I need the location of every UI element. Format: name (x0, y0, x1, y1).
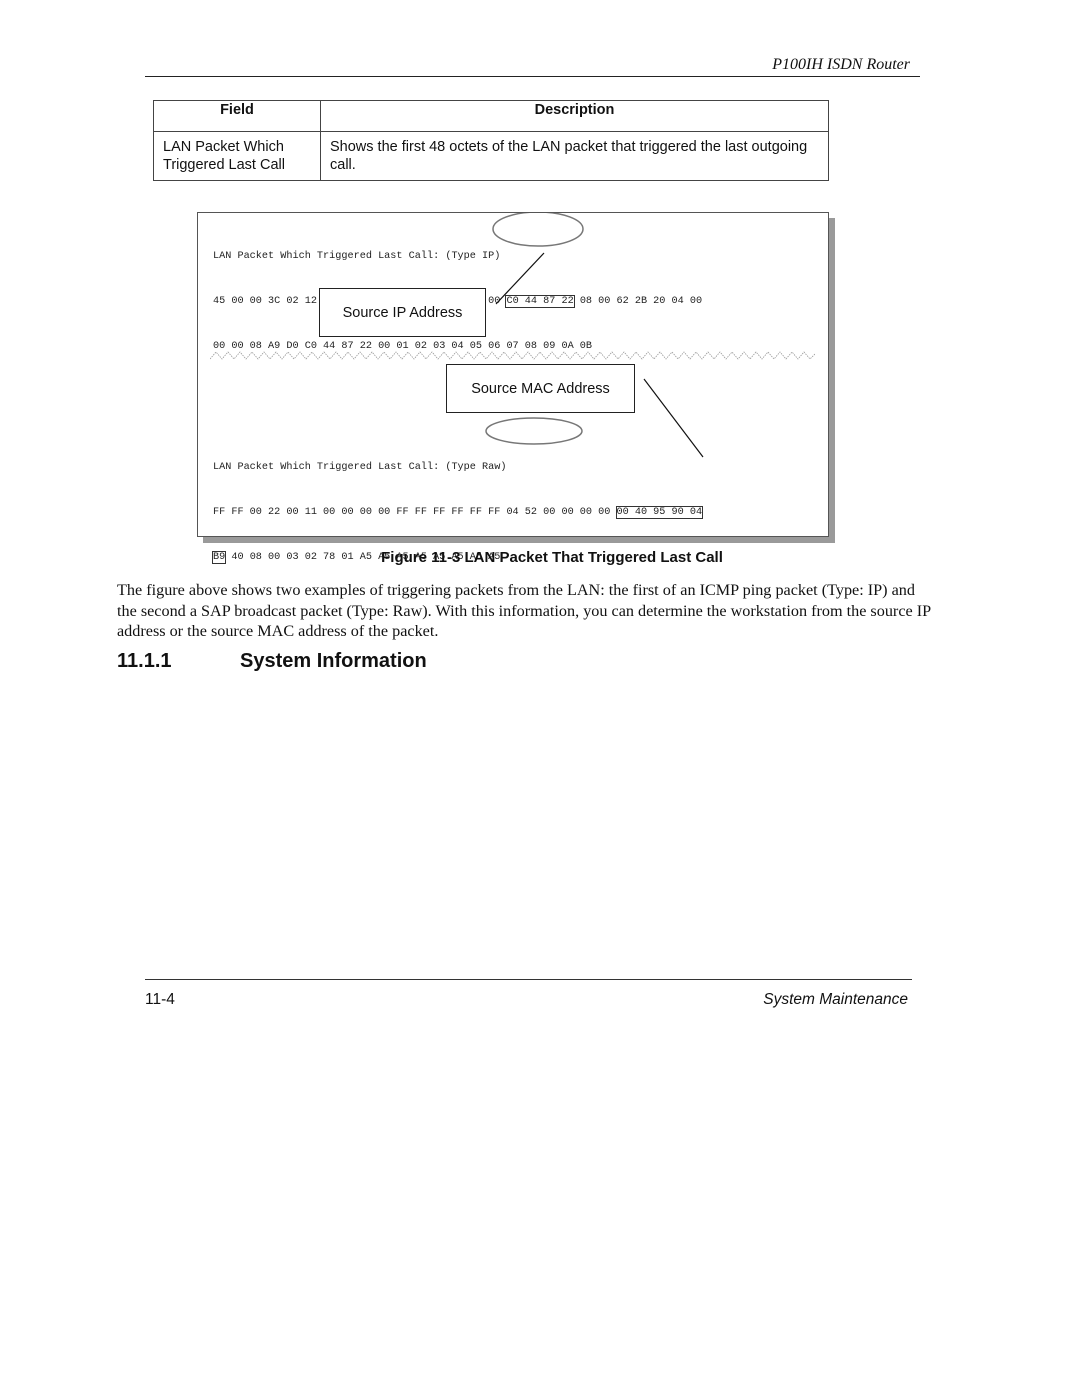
figure-caption: Figure 11-3 LAN Packet That Triggered La… (381, 549, 723, 566)
page-number: 11-4 (145, 991, 175, 1008)
field-description-table: Field Description LAN Packet Which Trigg… (153, 100, 829, 181)
source-mac-pointer-line (643, 378, 704, 458)
packet-figure: LAN Packet Which Triggered Last Call: (T… (197, 212, 829, 564)
footer-divider (145, 979, 912, 980)
type-ip-highlight-ellipse (492, 213, 584, 247)
table-row: LAN Packet Which Triggered Last Call Sho… (153, 131, 829, 181)
source-ip-pointer-line (495, 252, 545, 305)
section-title: System Information (240, 650, 427, 672)
section-heading: 11.1.1 System Information (117, 650, 427, 673)
type-raw-highlight-ellipse (485, 417, 583, 445)
running-header: P100IH ISDN Router (145, 56, 920, 77)
table-header-row: Field Description (153, 100, 829, 132)
section-number: 11.1.1 (117, 650, 172, 672)
column-header-field: Field (153, 100, 321, 132)
body-paragraph: The figure above shows two examples of t… (117, 581, 931, 640)
description-cell: Shows the first 48 octets of the LAN pac… (320, 131, 829, 181)
running-title: P100IH ISDN Router (772, 56, 910, 73)
field-cell: LAN Packet Which Triggered Last Call (153, 131, 321, 181)
chapter-name: System Maintenance (763, 991, 908, 1008)
annotation-overlay (485, 213, 704, 458)
column-header-description: Description (320, 100, 829, 132)
